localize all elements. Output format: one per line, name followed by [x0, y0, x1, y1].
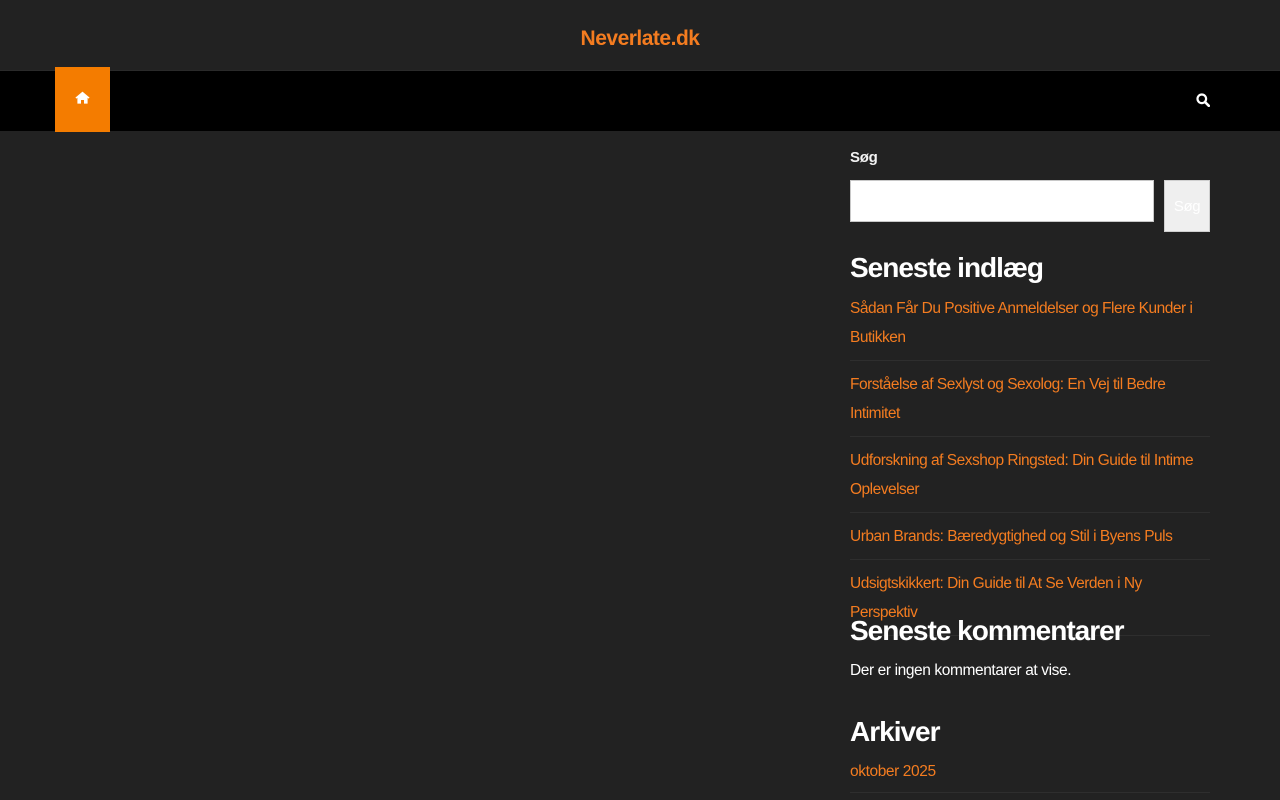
recent-posts-list: Sådan Får Du Positive Anmeldelser og Fle… [850, 294, 1210, 645]
site-header: Neverlate.dk [0, 0, 1280, 70]
list-item: Udforskning af Sexshop Ringsted: Din Gui… [850, 446, 1210, 513]
list-item: oktober 2025 [850, 758, 1210, 793]
recent-comments-title: Seneste kommentarer [850, 615, 1125, 646]
main-navbar [0, 67, 1280, 132]
home-icon [75, 91, 90, 109]
list-item: Forståelse af Sexlyst og Sexolog: En Vej… [850, 370, 1210, 437]
search-submit-button[interactable]: Søg [1164, 180, 1210, 232]
search-label: Søg [850, 149, 878, 166]
no-comments-text: Der er ingen kommentarer at vise. [850, 662, 1072, 679]
recent-posts-title: Seneste indlæg [850, 252, 1044, 283]
site-title[interactable]: Neverlate.dk [0, 25, 1280, 53]
recent-post-link[interactable]: Udforskning af Sexshop Ringsted: Din Gui… [850, 446, 1210, 504]
search-toggle-button[interactable] [1190, 89, 1216, 115]
list-item: Sådan Får Du Positive Anmeldelser og Fle… [850, 294, 1210, 361]
archive-link[interactable]: oktober 2025 [850, 763, 936, 780]
list-item: Urban Brands: Bæredygtighed og Stil i By… [850, 522, 1210, 560]
home-button[interactable] [55, 67, 110, 132]
search-input[interactable] [850, 180, 1154, 222]
recent-post-link[interactable]: Forståelse af Sexlyst og Sexolog: En Vej… [850, 370, 1210, 428]
search-icon [1196, 92, 1211, 112]
recent-post-link[interactable]: Sådan Får Du Positive Anmeldelser og Fle… [850, 294, 1210, 352]
recent-post-link[interactable]: Urban Brands: Bæredygtighed og Stil i By… [850, 522, 1210, 551]
archives-list: oktober 2025 [850, 758, 1210, 793]
archives-title: Arkiver [850, 716, 941, 747]
